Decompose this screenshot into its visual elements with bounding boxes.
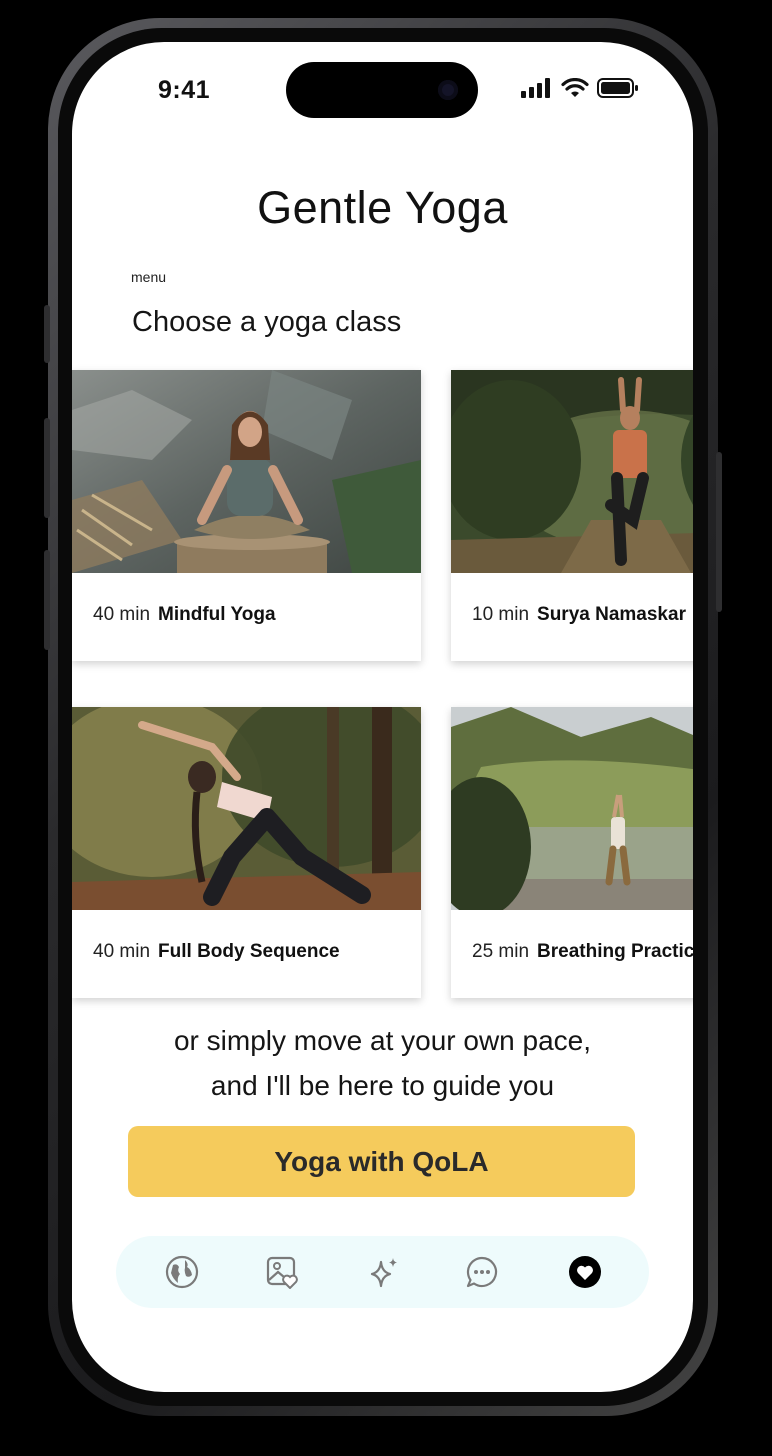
class-image-lake-mountains: [451, 707, 693, 910]
action-button: [44, 305, 50, 363]
status-time: 9:41: [158, 76, 211, 104]
section-title: Choose a yoga class: [132, 306, 402, 338]
class-card-mindful-yoga[interactable]: 40 min Mindful Yoga: [72, 370, 421, 661]
dynamic-island: [286, 62, 478, 118]
class-caption: 10 min Surya Namaskar: [472, 604, 686, 626]
wifi-icon: [561, 78, 589, 97]
yoga-with-qola-button[interactable]: Yoga with QoLA: [128, 1126, 635, 1197]
volume-up-button: [44, 418, 50, 518]
cellular-signal-icon: [521, 78, 550, 98]
class-name: Mindful Yoga: [158, 604, 276, 625]
class-duration: 25 min: [472, 941, 530, 962]
guide-text-line-1: or simply move at your own pace,: [173, 1025, 592, 1056]
tab-gallery[interactable]: [264, 1254, 300, 1290]
class-duration: 10 min: [472, 604, 530, 625]
class-duration: 40 min: [93, 941, 151, 962]
class-card-breathing-practice[interactable]: 25 min Breathing Practice: [451, 707, 693, 998]
class-image-side-angle-pose: [72, 707, 421, 910]
menu-link[interactable]: menu: [131, 269, 166, 285]
class-image-tree-pose-forest: [451, 370, 693, 573]
tab-discover[interactable]: [366, 1254, 402, 1290]
class-duration: 40 min: [93, 604, 151, 625]
app-screen: 9:41 Gentle Yoga menu Choose a yoga clas…: [72, 42, 693, 1392]
chat-bubble-icon: [466, 1256, 498, 1288]
class-card-full-body-sequence[interactable]: 40 min Full Body Sequence: [72, 707, 421, 998]
tab-favorites[interactable]: [567, 1254, 603, 1290]
photo-heart-icon: [266, 1256, 298, 1289]
sparkle-icon: [370, 1258, 397, 1288]
power-button: [716, 452, 722, 612]
status-icons: [521, 78, 639, 98]
class-image-seated-meditation: [72, 370, 421, 573]
guide-text: or simply move at your own pace, and I'l…: [72, 1018, 693, 1108]
globe-icon: [165, 1255, 199, 1289]
guide-text-line-2: and I'll be here to guide you: [210, 1070, 555, 1101]
battery-icon: [597, 78, 638, 98]
volume-down-button: [44, 550, 50, 650]
bottom-tab-bar: [116, 1236, 649, 1308]
class-name: Surya Namaskar: [537, 604, 686, 625]
class-caption: 40 min Mindful Yoga: [93, 604, 276, 626]
class-card-surya-namaskar[interactable]: 10 min Surya Namaskar: [451, 370, 693, 661]
class-name: Breathing Practice: [537, 941, 693, 962]
class-name: Full Body Sequence: [158, 941, 340, 962]
heart-icon: [569, 1256, 601, 1288]
tab-explore[interactable]: [164, 1254, 200, 1290]
front-camera: [438, 80, 458, 100]
tab-chat[interactable]: [464, 1254, 500, 1290]
class-caption: 25 min Breathing Practice: [472, 941, 693, 963]
page-title: Gentle Yoga: [257, 182, 508, 233]
class-caption: 40 min Full Body Sequence: [93, 941, 340, 963]
